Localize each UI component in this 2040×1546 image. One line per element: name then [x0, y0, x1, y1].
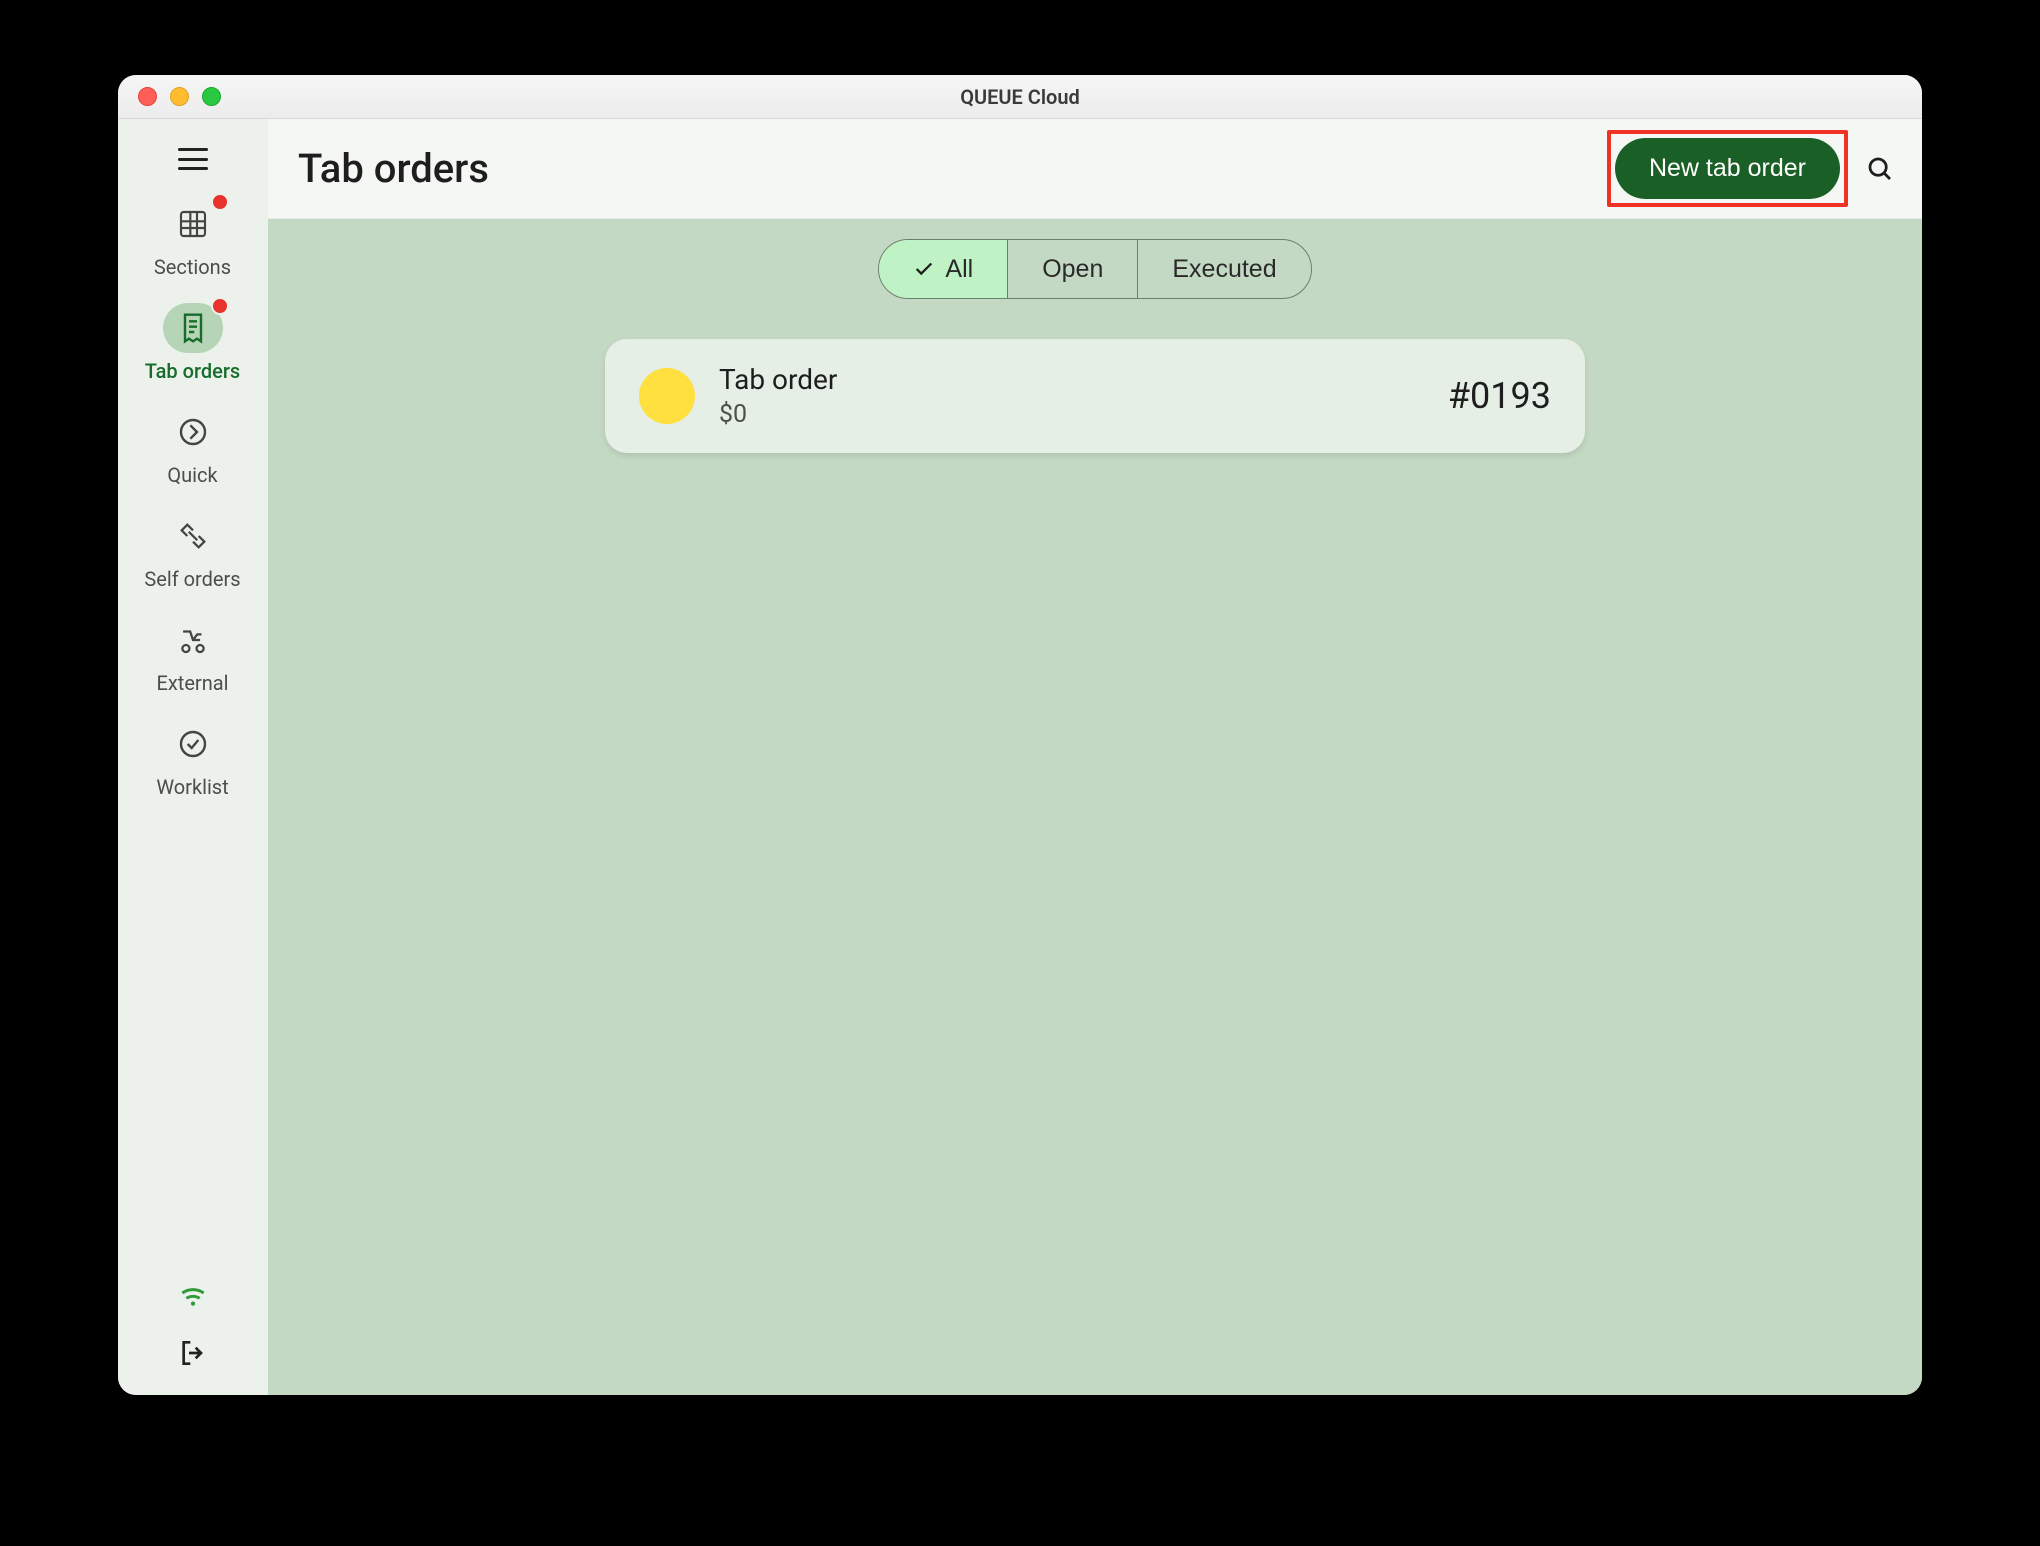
- sidebar-item-label: Sections: [154, 255, 231, 279]
- grid-icon: [177, 208, 209, 240]
- wifi-status: [177, 1281, 209, 1317]
- sidebar-item-sections[interactable]: Sections: [118, 199, 267, 279]
- filter-label: All: [945, 255, 973, 284]
- sidebar-item-tab-orders[interactable]: Tab orders: [118, 303, 267, 383]
- main-area: Tab orders New tab order All: [268, 119, 1922, 1395]
- sidebar-items: Sections Tab orders: [118, 199, 267, 799]
- order-title: Tab order: [719, 363, 837, 396]
- wifi-icon: [177, 1281, 209, 1313]
- order-id: #0193: [1448, 375, 1551, 417]
- sidebar-item-worklist[interactable]: Worklist: [118, 719, 267, 799]
- content-area: All Open Executed Tab order $0: [268, 219, 1922, 1395]
- sidebar-item-label: Self orders: [144, 567, 240, 591]
- sidebar-item-self-orders[interactable]: Self orders: [118, 511, 267, 591]
- sidebar-item-label: Tab orders: [145, 359, 240, 383]
- sidebar-item-label: Worklist: [156, 775, 228, 799]
- search-button[interactable]: [1858, 147, 1902, 191]
- notification-badge-icon: [211, 297, 229, 315]
- filter-all[interactable]: All: [879, 240, 1007, 298]
- order-list: Tab order $0 #0193: [605, 339, 1585, 453]
- search-icon: [1865, 154, 1895, 184]
- running-icon: [177, 416, 209, 448]
- page-title: Tab orders: [298, 145, 489, 192]
- order-card-main: Tab order $0: [719, 363, 837, 429]
- page-header: Tab orders New tab order: [268, 119, 1922, 219]
- filter-label: Open: [1042, 255, 1103, 284]
- handshake-icon: [176, 519, 210, 553]
- order-amount: $0: [719, 400, 837, 429]
- checklist-icon: [177, 728, 209, 760]
- sidebar-item-label: Quick: [167, 463, 217, 487]
- sidebar-item-external[interactable]: External: [118, 615, 267, 695]
- sidebar-item-label: External: [156, 671, 228, 695]
- filter-label: Executed: [1172, 255, 1276, 284]
- filter-group: All Open Executed: [878, 239, 1311, 299]
- logout-button[interactable]: [177, 1337, 209, 1373]
- check-icon: [913, 258, 935, 280]
- notification-badge-icon: [211, 193, 229, 211]
- status-indicator-icon: [639, 368, 695, 424]
- sidebar-bottom: [177, 1281, 209, 1395]
- new-tab-order-button[interactable]: New tab order: [1615, 138, 1840, 199]
- filter-open[interactable]: Open: [1007, 240, 1137, 298]
- sidebar-item-quick[interactable]: Quick: [118, 407, 267, 487]
- delivery-icon: [176, 623, 210, 657]
- order-card[interactable]: Tab order $0 #0193: [605, 339, 1585, 453]
- menu-button[interactable]: [171, 137, 215, 181]
- logout-icon: [177, 1337, 209, 1369]
- highlight-annotation: New tab order: [1607, 130, 1848, 207]
- app-window: QUEUE Cloud Sections: [118, 75, 1922, 1395]
- sidebar: Sections Tab orders: [118, 119, 268, 1395]
- hamburger-icon: [178, 148, 208, 170]
- filter-executed[interactable]: Executed: [1137, 240, 1310, 298]
- receipt-icon: [177, 312, 209, 344]
- window-title: QUEUE Cloud: [118, 85, 1922, 109]
- app-body: Sections Tab orders: [118, 119, 1922, 1395]
- titlebar: QUEUE Cloud: [118, 75, 1922, 119]
